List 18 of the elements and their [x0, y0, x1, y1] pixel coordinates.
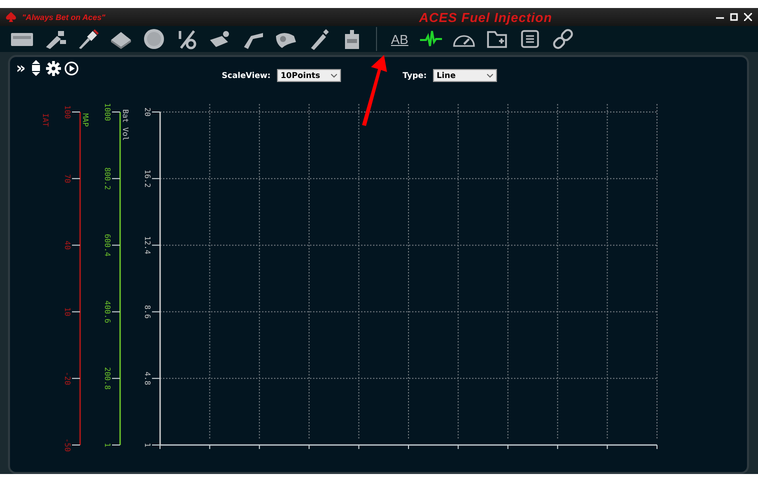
tagline: "Always Bet on Aces"	[22, 12, 106, 22]
play-icon[interactable]	[64, 60, 79, 76]
settings-icon[interactable]	[46, 60, 61, 76]
link-icon[interactable]	[551, 28, 576, 50]
type-label: Type:	[402, 71, 427, 80]
scale-view-label: ScaleView:	[222, 71, 271, 80]
scale-view-dropdown[interactable]: 10Points	[276, 69, 341, 82]
text-tool[interactable]: AB	[389, 32, 410, 46]
expand-button[interactable]: »	[16, 60, 26, 76]
type-dropdown[interactable]: Line	[432, 69, 497, 82]
folder-plus-icon[interactable]	[485, 28, 510, 50]
caret-icon	[486, 74, 493, 78]
spark-plug-icon[interactable]	[76, 28, 100, 50]
window-title: ACES Fuel Injection	[418, 10, 554, 24]
spade-icon	[6, 12, 16, 22]
caret-icon	[330, 74, 337, 78]
maximize-icon[interactable]	[730, 13, 738, 21]
close-icon[interactable]	[744, 13, 752, 21]
